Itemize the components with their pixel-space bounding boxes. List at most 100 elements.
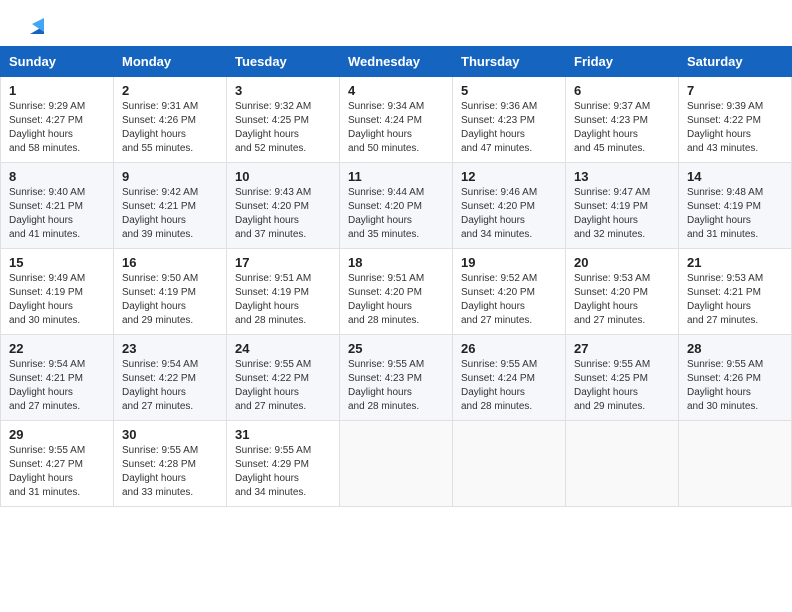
calendar-cell bbox=[340, 421, 453, 507]
day-info: Sunrise: 9:46 AMSunset: 4:20 PMDaylight … bbox=[461, 187, 537, 240]
day-number: 18 bbox=[348, 255, 444, 270]
logo bbox=[24, 18, 48, 36]
day-info: Sunrise: 9:55 AMSunset: 4:25 PMDaylight … bbox=[574, 359, 650, 412]
logo-icon bbox=[26, 16, 48, 38]
day-info: Sunrise: 9:51 AMSunset: 4:19 PMDaylight … bbox=[235, 273, 311, 326]
day-info: Sunrise: 9:51 AMSunset: 4:20 PMDaylight … bbox=[348, 273, 424, 326]
calendar-header-saturday: Saturday bbox=[679, 47, 792, 77]
day-info: Sunrise: 9:52 AMSunset: 4:20 PMDaylight … bbox=[461, 273, 537, 326]
day-number: 14 bbox=[687, 169, 783, 184]
calendar-week-row: 15 Sunrise: 9:49 AMSunset: 4:19 PMDaylig… bbox=[1, 249, 792, 335]
day-info: Sunrise: 9:54 AMSunset: 4:22 PMDaylight … bbox=[122, 359, 198, 412]
calendar-header-row: SundayMondayTuesdayWednesdayThursdayFrid… bbox=[1, 47, 792, 77]
day-number: 2 bbox=[122, 83, 218, 98]
calendar-cell: 2 Sunrise: 9:31 AMSunset: 4:26 PMDayligh… bbox=[114, 77, 227, 163]
calendar-cell: 3 Sunrise: 9:32 AMSunset: 4:25 PMDayligh… bbox=[227, 77, 340, 163]
calendar-header-friday: Friday bbox=[566, 47, 679, 77]
day-info: Sunrise: 9:29 AMSunset: 4:27 PMDaylight … bbox=[9, 101, 85, 154]
calendar-cell: 12 Sunrise: 9:46 AMSunset: 4:20 PMDaylig… bbox=[453, 163, 566, 249]
calendar-cell: 25 Sunrise: 9:55 AMSunset: 4:23 PMDaylig… bbox=[340, 335, 453, 421]
day-number: 20 bbox=[574, 255, 670, 270]
day-number: 16 bbox=[122, 255, 218, 270]
day-info: Sunrise: 9:44 AMSunset: 4:20 PMDaylight … bbox=[348, 187, 424, 240]
day-number: 3 bbox=[235, 83, 331, 98]
day-number: 17 bbox=[235, 255, 331, 270]
day-info: Sunrise: 9:32 AMSunset: 4:25 PMDaylight … bbox=[235, 101, 311, 154]
day-info: Sunrise: 9:50 AMSunset: 4:19 PMDaylight … bbox=[122, 273, 198, 326]
day-number: 19 bbox=[461, 255, 557, 270]
calendar-header-thursday: Thursday bbox=[453, 47, 566, 77]
calendar-header-wednesday: Wednesday bbox=[340, 47, 453, 77]
day-info: Sunrise: 9:43 AMSunset: 4:20 PMDaylight … bbox=[235, 187, 311, 240]
day-info: Sunrise: 9:49 AMSunset: 4:19 PMDaylight … bbox=[9, 273, 85, 326]
day-number: 21 bbox=[687, 255, 783, 270]
day-number: 30 bbox=[122, 427, 218, 442]
day-info: Sunrise: 9:36 AMSunset: 4:23 PMDaylight … bbox=[461, 101, 537, 154]
calendar-cell: 23 Sunrise: 9:54 AMSunset: 4:22 PMDaylig… bbox=[114, 335, 227, 421]
day-number: 28 bbox=[687, 341, 783, 356]
calendar-cell: 14 Sunrise: 9:48 AMSunset: 4:19 PMDaylig… bbox=[679, 163, 792, 249]
day-info: Sunrise: 9:54 AMSunset: 4:21 PMDaylight … bbox=[9, 359, 85, 412]
day-info: Sunrise: 9:53 AMSunset: 4:20 PMDaylight … bbox=[574, 273, 650, 326]
calendar-cell: 17 Sunrise: 9:51 AMSunset: 4:19 PMDaylig… bbox=[227, 249, 340, 335]
calendar-cell: 5 Sunrise: 9:36 AMSunset: 4:23 PMDayligh… bbox=[453, 77, 566, 163]
day-info: Sunrise: 9:47 AMSunset: 4:19 PMDaylight … bbox=[574, 187, 650, 240]
calendar-week-row: 29 Sunrise: 9:55 AMSunset: 4:27 PMDaylig… bbox=[1, 421, 792, 507]
calendar-cell: 11 Sunrise: 9:44 AMSunset: 4:20 PMDaylig… bbox=[340, 163, 453, 249]
header bbox=[0, 0, 792, 46]
calendar-cell: 9 Sunrise: 9:42 AMSunset: 4:21 PMDayligh… bbox=[114, 163, 227, 249]
day-info: Sunrise: 9:55 AMSunset: 4:29 PMDaylight … bbox=[235, 445, 311, 498]
calendar-cell: 16 Sunrise: 9:50 AMSunset: 4:19 PMDaylig… bbox=[114, 249, 227, 335]
calendar-cell: 10 Sunrise: 9:43 AMSunset: 4:20 PMDaylig… bbox=[227, 163, 340, 249]
calendar-cell: 19 Sunrise: 9:52 AMSunset: 4:20 PMDaylig… bbox=[453, 249, 566, 335]
day-info: Sunrise: 9:55 AMSunset: 4:28 PMDaylight … bbox=[122, 445, 198, 498]
calendar-cell: 24 Sunrise: 9:55 AMSunset: 4:22 PMDaylig… bbox=[227, 335, 340, 421]
page: SundayMondayTuesdayWednesdayThursdayFrid… bbox=[0, 0, 792, 612]
day-info: Sunrise: 9:42 AMSunset: 4:21 PMDaylight … bbox=[122, 187, 198, 240]
day-number: 13 bbox=[574, 169, 670, 184]
day-info: Sunrise: 9:55 AMSunset: 4:27 PMDaylight … bbox=[9, 445, 85, 498]
day-number: 25 bbox=[348, 341, 444, 356]
calendar-cell: 1 Sunrise: 9:29 AMSunset: 4:27 PMDayligh… bbox=[1, 77, 114, 163]
day-number: 12 bbox=[461, 169, 557, 184]
day-info: Sunrise: 9:48 AMSunset: 4:19 PMDaylight … bbox=[687, 187, 763, 240]
day-info: Sunrise: 9:39 AMSunset: 4:22 PMDaylight … bbox=[687, 101, 763, 154]
calendar-cell: 21 Sunrise: 9:53 AMSunset: 4:21 PMDaylig… bbox=[679, 249, 792, 335]
day-number: 29 bbox=[9, 427, 105, 442]
calendar-week-row: 1 Sunrise: 9:29 AMSunset: 4:27 PMDayligh… bbox=[1, 77, 792, 163]
calendar-cell: 28 Sunrise: 9:55 AMSunset: 4:26 PMDaylig… bbox=[679, 335, 792, 421]
calendar-header-tuesday: Tuesday bbox=[227, 47, 340, 77]
calendar-table: SundayMondayTuesdayWednesdayThursdayFrid… bbox=[0, 46, 792, 507]
day-number: 6 bbox=[574, 83, 670, 98]
day-number: 24 bbox=[235, 341, 331, 356]
day-number: 9 bbox=[122, 169, 218, 184]
calendar-cell: 8 Sunrise: 9:40 AMSunset: 4:21 PMDayligh… bbox=[1, 163, 114, 249]
calendar-cell: 30 Sunrise: 9:55 AMSunset: 4:28 PMDaylig… bbox=[114, 421, 227, 507]
calendar-cell: 7 Sunrise: 9:39 AMSunset: 4:22 PMDayligh… bbox=[679, 77, 792, 163]
day-info: Sunrise: 9:37 AMSunset: 4:23 PMDaylight … bbox=[574, 101, 650, 154]
calendar-cell: 20 Sunrise: 9:53 AMSunset: 4:20 PMDaylig… bbox=[566, 249, 679, 335]
day-number: 15 bbox=[9, 255, 105, 270]
day-number: 31 bbox=[235, 427, 331, 442]
day-info: Sunrise: 9:53 AMSunset: 4:21 PMDaylight … bbox=[687, 273, 763, 326]
calendar-cell bbox=[679, 421, 792, 507]
day-info: Sunrise: 9:55 AMSunset: 4:23 PMDaylight … bbox=[348, 359, 424, 412]
day-number: 4 bbox=[348, 83, 444, 98]
calendar-cell: 22 Sunrise: 9:54 AMSunset: 4:21 PMDaylig… bbox=[1, 335, 114, 421]
calendar-header-sunday: Sunday bbox=[1, 47, 114, 77]
calendar-cell: 6 Sunrise: 9:37 AMSunset: 4:23 PMDayligh… bbox=[566, 77, 679, 163]
day-number: 8 bbox=[9, 169, 105, 184]
day-number: 1 bbox=[9, 83, 105, 98]
calendar-header-monday: Monday bbox=[114, 47, 227, 77]
calendar-cell: 18 Sunrise: 9:51 AMSunset: 4:20 PMDaylig… bbox=[340, 249, 453, 335]
calendar-week-row: 8 Sunrise: 9:40 AMSunset: 4:21 PMDayligh… bbox=[1, 163, 792, 249]
day-info: Sunrise: 9:55 AMSunset: 4:22 PMDaylight … bbox=[235, 359, 311, 412]
calendar-cell bbox=[453, 421, 566, 507]
day-number: 26 bbox=[461, 341, 557, 356]
day-number: 5 bbox=[461, 83, 557, 98]
day-info: Sunrise: 9:34 AMSunset: 4:24 PMDaylight … bbox=[348, 101, 424, 154]
calendar-cell: 26 Sunrise: 9:55 AMSunset: 4:24 PMDaylig… bbox=[453, 335, 566, 421]
day-info: Sunrise: 9:31 AMSunset: 4:26 PMDaylight … bbox=[122, 101, 198, 154]
calendar-cell bbox=[566, 421, 679, 507]
day-number: 10 bbox=[235, 169, 331, 184]
